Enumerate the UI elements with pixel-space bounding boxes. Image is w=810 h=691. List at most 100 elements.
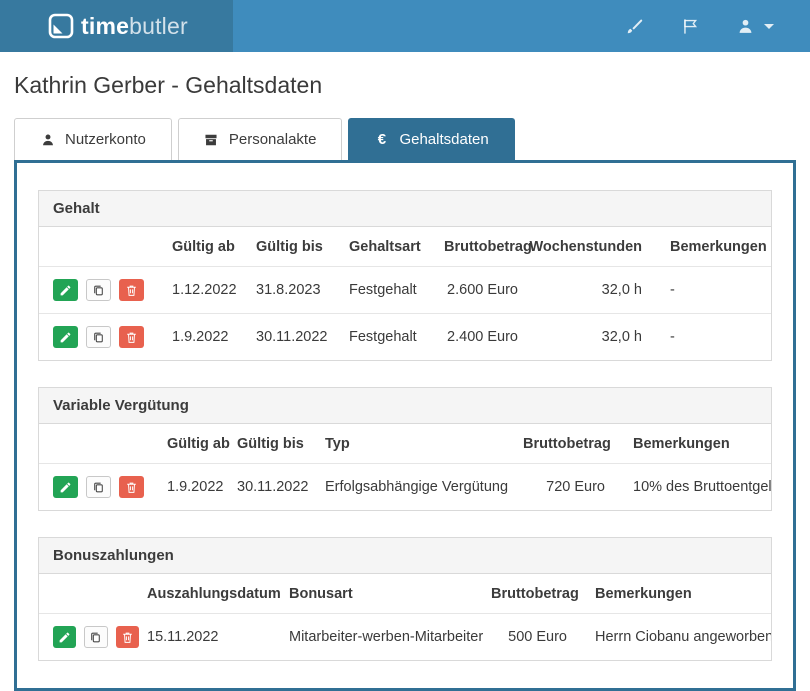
user-icon	[739, 19, 752, 33]
cell-wochenstunden: 32,0 h	[526, 313, 650, 360]
row-actions	[39, 476, 159, 498]
copy-button[interactable]	[86, 326, 111, 348]
copy-icon	[94, 285, 103, 295]
column-header: Wochenstunden	[529, 239, 642, 255]
column-header: Bruttobetrag	[491, 586, 579, 602]
profile-tabs: Nutzerkonto Personalakte € Gehaltsdaten	[14, 118, 796, 160]
edit-button[interactable]	[53, 626, 77, 648]
cell-gueltig-ab: 1.9.2022	[167, 463, 237, 510]
cell-bruttobetrag: 500 Euro	[491, 613, 575, 660]
table-header-row: Auszahlungsdatum Bonusart Bruttobetrag B…	[39, 574, 771, 614]
tab-personalakte[interactable]: Personalakte	[177, 118, 343, 160]
table-row: 1.12.2022 31.8.2023 Festgehalt 2.600 Eur…	[39, 266, 771, 314]
copy-button[interactable]	[84, 626, 108, 648]
tab-label: Personalakte	[228, 131, 317, 148]
column-header: Bonusart	[289, 586, 353, 602]
copy-button[interactable]	[86, 279, 111, 301]
column-header: Bruttobetrag	[523, 436, 611, 452]
delete-button[interactable]	[119, 326, 144, 348]
column-header: Gehaltsart	[349, 239, 421, 255]
column-header: Gültig bis	[256, 239, 323, 255]
column-header: Bruttobetrag	[444, 239, 532, 255]
brand-text-bold: time	[81, 12, 130, 39]
cell-bemerkungen: 10% des Bruttoentgelts	[613, 463, 771, 510]
section-bonuszahlungen: Bonuszahlungen Auszahlungsdatum Bonusart…	[38, 537, 772, 661]
column-header: Typ	[325, 436, 350, 452]
column-header: Bemerkungen	[633, 436, 730, 452]
section-title: Gehalt	[39, 191, 771, 227]
column-header: Bemerkungen	[595, 586, 692, 602]
cell-bemerkungen: -	[650, 266, 771, 314]
table-header-row: Gültig ab Gültig bis Typ Bruttobetrag Be…	[39, 424, 771, 464]
top-navbar: timebutler	[0, 0, 810, 52]
cell-gehaltsart: Festgehalt	[349, 266, 444, 314]
brand-text: timebutler	[81, 13, 188, 40]
actions-column-header	[39, 227, 172, 267]
pencil-icon	[59, 632, 70, 642]
edit-button[interactable]	[53, 476, 78, 498]
delete-button[interactable]	[119, 476, 144, 498]
cell-bruttobetrag: 720 Euro	[523, 463, 613, 510]
section-title: Bonuszahlungen	[39, 538, 771, 574]
delete-button[interactable]	[119, 279, 144, 301]
brand-text-light: butler	[129, 12, 188, 39]
gehaltsdaten-panel: Gehalt Gültig ab Gültig bis Gehaltsart B…	[14, 160, 796, 691]
paintbrush-icon[interactable]	[624, 16, 644, 36]
tab-label: Gehaltsdaten	[399, 131, 489, 148]
copy-button[interactable]	[86, 476, 111, 498]
cell-gueltig-bis: 30.11.2022	[237, 463, 325, 510]
trash-icon	[127, 482, 136, 493]
column-header: Gültig ab	[167, 436, 230, 452]
table-row: 1.9.2022 30.11.2022 Erfolgsabhängige Ver…	[39, 463, 771, 510]
tab-nutzerkonto[interactable]: Nutzerkonto	[14, 118, 172, 160]
trash-icon	[123, 632, 132, 643]
cell-gehaltsart: Festgehalt	[349, 313, 444, 360]
edit-button[interactable]	[53, 279, 78, 301]
cell-wochenstunden: 32,0 h	[526, 266, 650, 314]
flag-icon[interactable]	[680, 16, 700, 36]
edit-button[interactable]	[53, 326, 78, 348]
pencil-icon	[60, 482, 71, 492]
table-row: 15.11.2022 Mitarbeiter-werben-Mitarbeite…	[39, 613, 771, 660]
archive-icon	[204, 132, 219, 147]
actions-column-header	[39, 424, 167, 464]
bonuszahlungen-table: Auszahlungsdatum Bonusart Bruttobetrag B…	[39, 574, 771, 660]
user-menu[interactable]	[736, 17, 774, 36]
column-header: Bemerkungen	[670, 239, 767, 255]
copy-icon	[94, 332, 103, 342]
section-gehalt: Gehalt Gültig ab Gültig bis Gehaltsart B…	[38, 190, 772, 361]
cell-gueltig-bis: 30.11.2022	[256, 313, 349, 360]
column-header: Gültig bis	[237, 436, 304, 452]
table-row: 1.9.2022 30.11.2022 Festgehalt 2.400 Eur…	[39, 313, 771, 360]
delete-button[interactable]	[115, 626, 139, 648]
trash-icon	[127, 332, 136, 343]
cell-bemerkungen: -	[650, 313, 771, 360]
column-header: Auszahlungsdatum	[147, 586, 281, 602]
chevron-down-icon	[764, 23, 774, 29]
section-variable-verguetung: Variable Vergütung Gültig ab Gültig bis …	[38, 387, 772, 511]
brand-logo-link[interactable]: timebutler	[0, 0, 233, 52]
column-header: Gültig ab	[172, 239, 235, 255]
cell-gueltig-ab: 1.12.2022	[172, 266, 256, 314]
navbar-actions	[588, 0, 810, 52]
pencil-icon	[60, 285, 71, 295]
cell-auszahlungsdatum: 15.11.2022	[147, 613, 289, 660]
page-title: Kathrin Gerber - Gehaltsdaten	[14, 72, 323, 98]
euro-icon: €	[377, 131, 387, 148]
cell-bruttobetrag: 2.600 Euro	[444, 266, 526, 314]
cell-typ: Erfolgsabhängige Vergütung	[325, 463, 523, 510]
copy-icon	[94, 482, 103, 492]
timebutler-logo-icon	[48, 13, 74, 39]
tab-label: Nutzerkonto	[65, 131, 146, 148]
row-actions	[39, 626, 139, 648]
cell-bemerkungen: Herrn Ciobanu angeworben	[575, 613, 771, 660]
row-actions	[39, 279, 164, 301]
gehalt-table: Gültig ab Gültig bis Gehaltsart Bruttobe…	[39, 227, 771, 360]
cell-bruttobetrag: 2.400 Euro	[444, 313, 526, 360]
cell-gueltig-ab: 1.9.2022	[172, 313, 256, 360]
section-title: Variable Vergütung	[39, 388, 771, 424]
cell-bonusart: Mitarbeiter-werben-Mitarbeiter	[289, 613, 491, 660]
pencil-icon	[60, 332, 71, 342]
tab-gehaltsdaten[interactable]: € Gehaltsdaten	[348, 118, 515, 160]
table-header-row: Gültig ab Gültig bis Gehaltsart Bruttobe…	[39, 227, 771, 267]
